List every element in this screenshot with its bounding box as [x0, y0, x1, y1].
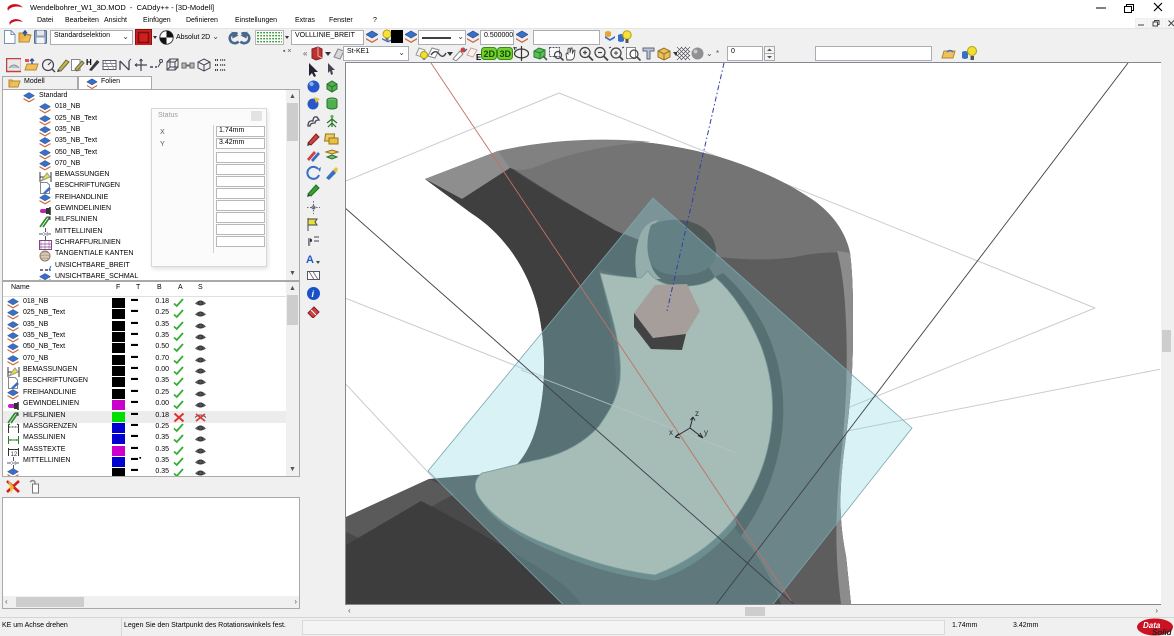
- svg-text:2D: 2D: [484, 49, 496, 59]
- svg-text:y: y: [704, 428, 708, 437]
- svg-text:H: H: [86, 58, 92, 67]
- svg-text:Solid: Solid: [1152, 628, 1173, 636]
- svg-text:⁋: ⁋: [307, 237, 313, 247]
- svg-text:z: z: [695, 409, 699, 418]
- svg-text:3D: 3D: [500, 49, 512, 59]
- svg-text:A: A: [306, 254, 314, 266]
- svg-text:x: x: [669, 428, 673, 437]
